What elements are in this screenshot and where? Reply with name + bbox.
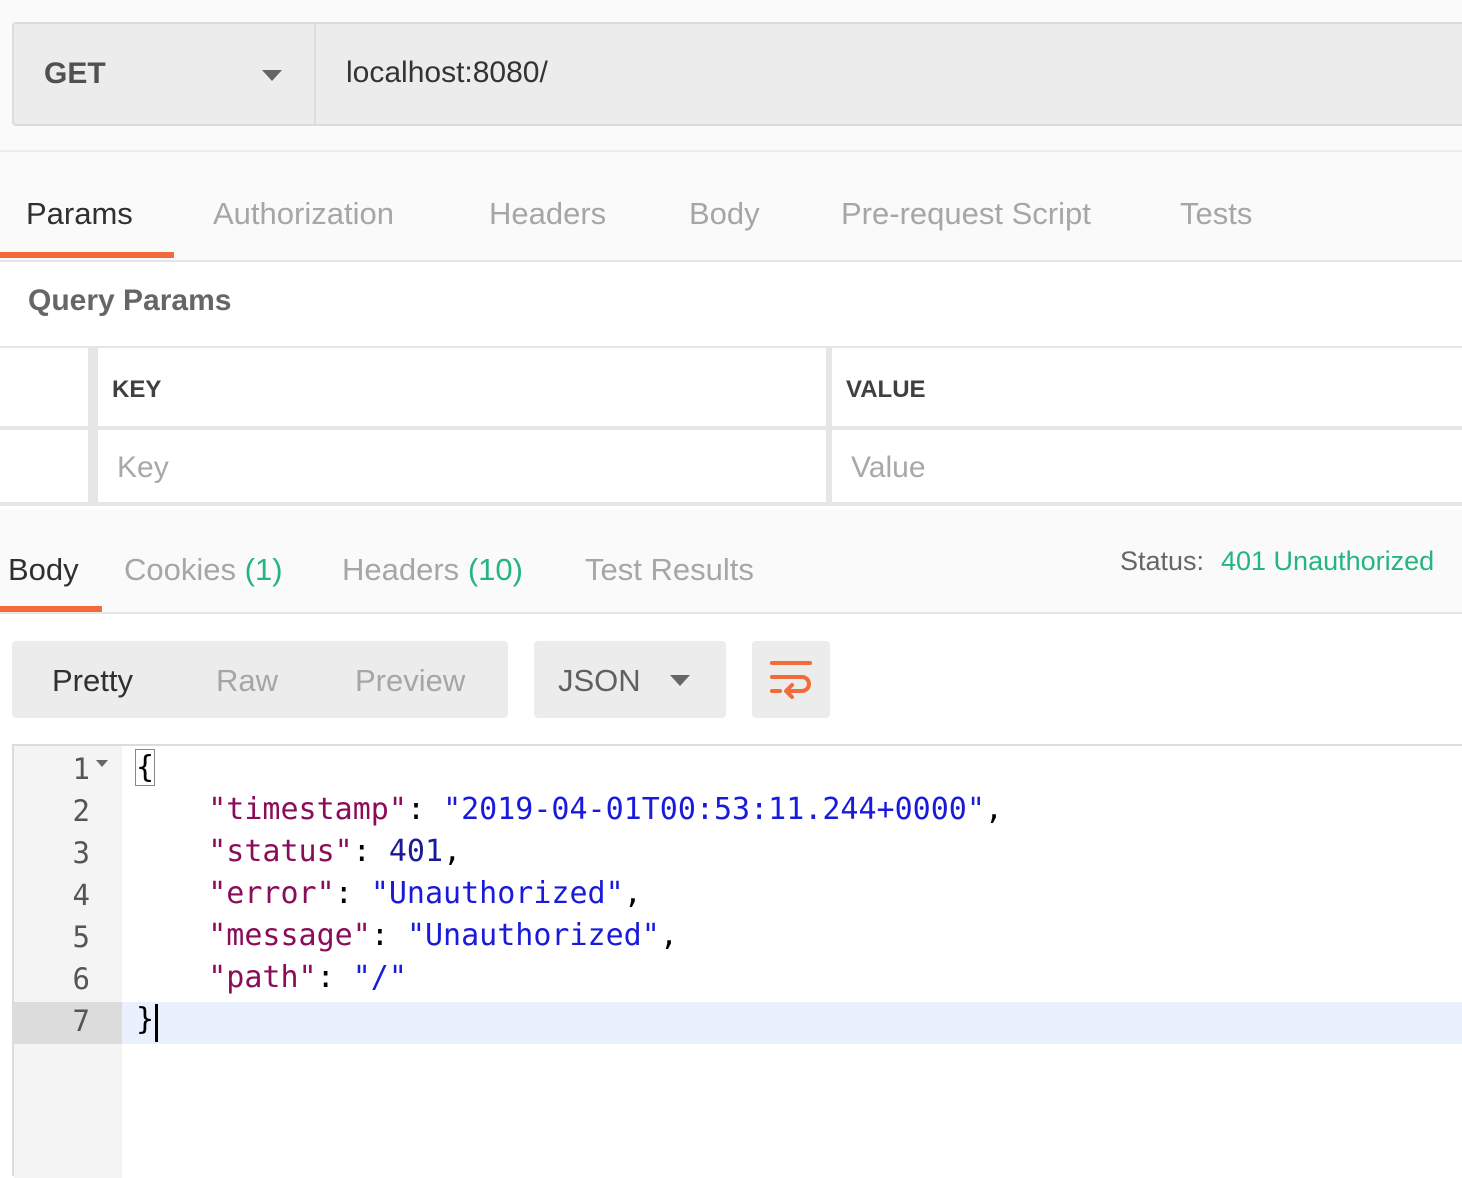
view-mode-group: Pretty Raw Preview [12, 641, 508, 718]
headers-count: (10) [467, 552, 523, 587]
value-header: VALUE [846, 376, 926, 403]
code-line: "message": "Unauthorized", [208, 918, 678, 953]
json-number: 401 [388, 834, 444, 869]
response-tab-body[interactable]: Body [8, 552, 79, 588]
code-line: "status": 401, [208, 834, 462, 869]
code-line: "path": "/" [208, 960, 407, 995]
json-string: "Unauthorized" [406, 918, 660, 953]
json-key: "error" [208, 876, 335, 911]
active-tab-indicator [0, 252, 174, 258]
wrap-lines-button[interactable] [752, 641, 830, 718]
format-label: JSON [558, 663, 641, 698]
table-divider [0, 502, 1462, 506]
code-line: } [136, 1002, 154, 1037]
line-number: 7 [72, 1004, 90, 1038]
fold-caret-icon[interactable] [96, 760, 108, 767]
tab-params[interactable]: Params [26, 196, 133, 232]
headers-label: Headers [342, 552, 460, 587]
response-tab-cookies[interactable]: Cookies (1) [124, 552, 283, 588]
table-divider [88, 346, 98, 506]
status-label: Status: [1120, 546, 1205, 576]
json-string: "Unauthorized" [370, 876, 624, 911]
line-number: 6 [72, 962, 90, 996]
wrap-lines-icon [770, 661, 812, 699]
close-brace: } [136, 1002, 155, 1037]
line-number: 1 [72, 752, 90, 786]
line-number: 5 [72, 920, 90, 954]
response-tab-headers[interactable]: Headers (10) [342, 552, 523, 588]
text-cursor [155, 1004, 158, 1042]
key-header: KEY [112, 376, 162, 403]
line-number: 3 [72, 836, 90, 870]
query-params-title: Query Params [28, 284, 232, 317]
line-number: 2 [72, 794, 90, 828]
json-string: "2019-04-01T00:53:11.244+0000" [443, 792, 985, 827]
code-line: "timestamp": "2019-04-01T00:53:11.244+00… [208, 792, 1003, 827]
response-tab-test-results[interactable]: Test Results [585, 552, 754, 588]
tab-authorization[interactable]: Authorization [213, 196, 394, 232]
cookies-label: Cookies [124, 552, 236, 587]
line-number: 4 [72, 878, 90, 912]
tab-headers[interactable]: Headers [489, 196, 606, 232]
request-bar: GET localhost:8080/ [0, 0, 1462, 152]
format-select[interactable]: JSON [534, 641, 726, 718]
method-select[interactable]: GET [12, 22, 316, 126]
open-brace: { [134, 749, 156, 786]
json-key: "path" [208, 960, 317, 995]
preview-button[interactable]: Preview [355, 663, 465, 699]
url-text: localhost:8080/ [346, 56, 548, 89]
caret-down-icon [670, 675, 690, 686]
table-divider [826, 346, 832, 506]
status-value: 401 Unauthorized [1221, 546, 1435, 576]
cookies-count: (1) [244, 552, 283, 587]
table-divider [0, 346, 1462, 348]
caret-down-icon [262, 70, 282, 81]
tab-pre-request-script[interactable]: Pre-request Script [841, 196, 1091, 232]
key-input[interactable]: Key [117, 451, 169, 485]
value-input[interactable]: Value [851, 451, 926, 485]
active-line-highlight [122, 1002, 1462, 1044]
query-params-table: KEY VALUE Key Value [0, 346, 1462, 510]
request-tabs: Params Authorization Headers Body Pre-re… [0, 152, 1462, 262]
active-tab-indicator [0, 606, 102, 612]
url-input[interactable]: localhost:8080/ [314, 22, 1462, 126]
json-key: "message" [208, 918, 371, 953]
json-key: "timestamp" [208, 792, 407, 827]
response-editor[interactable]: 1 2 3 4 5 6 7 { "timestamp": "2019-04-01… [12, 744, 1462, 1178]
raw-button[interactable]: Raw [216, 663, 278, 699]
response-tabs: Body Cookies (1) Headers (10) Test Resul… [0, 510, 1462, 614]
tab-body[interactable]: Body [689, 196, 760, 232]
table-divider [0, 426, 1462, 430]
json-string: "/" [352, 960, 407, 995]
pretty-button[interactable]: Pretty [52, 663, 133, 699]
code-line: "error": "Unauthorized", [208, 876, 642, 911]
json-key: "status" [208, 834, 353, 869]
method-label: GET [44, 57, 106, 90]
tab-tests[interactable]: Tests [1180, 196, 1252, 232]
code-line: { [134, 749, 156, 786]
